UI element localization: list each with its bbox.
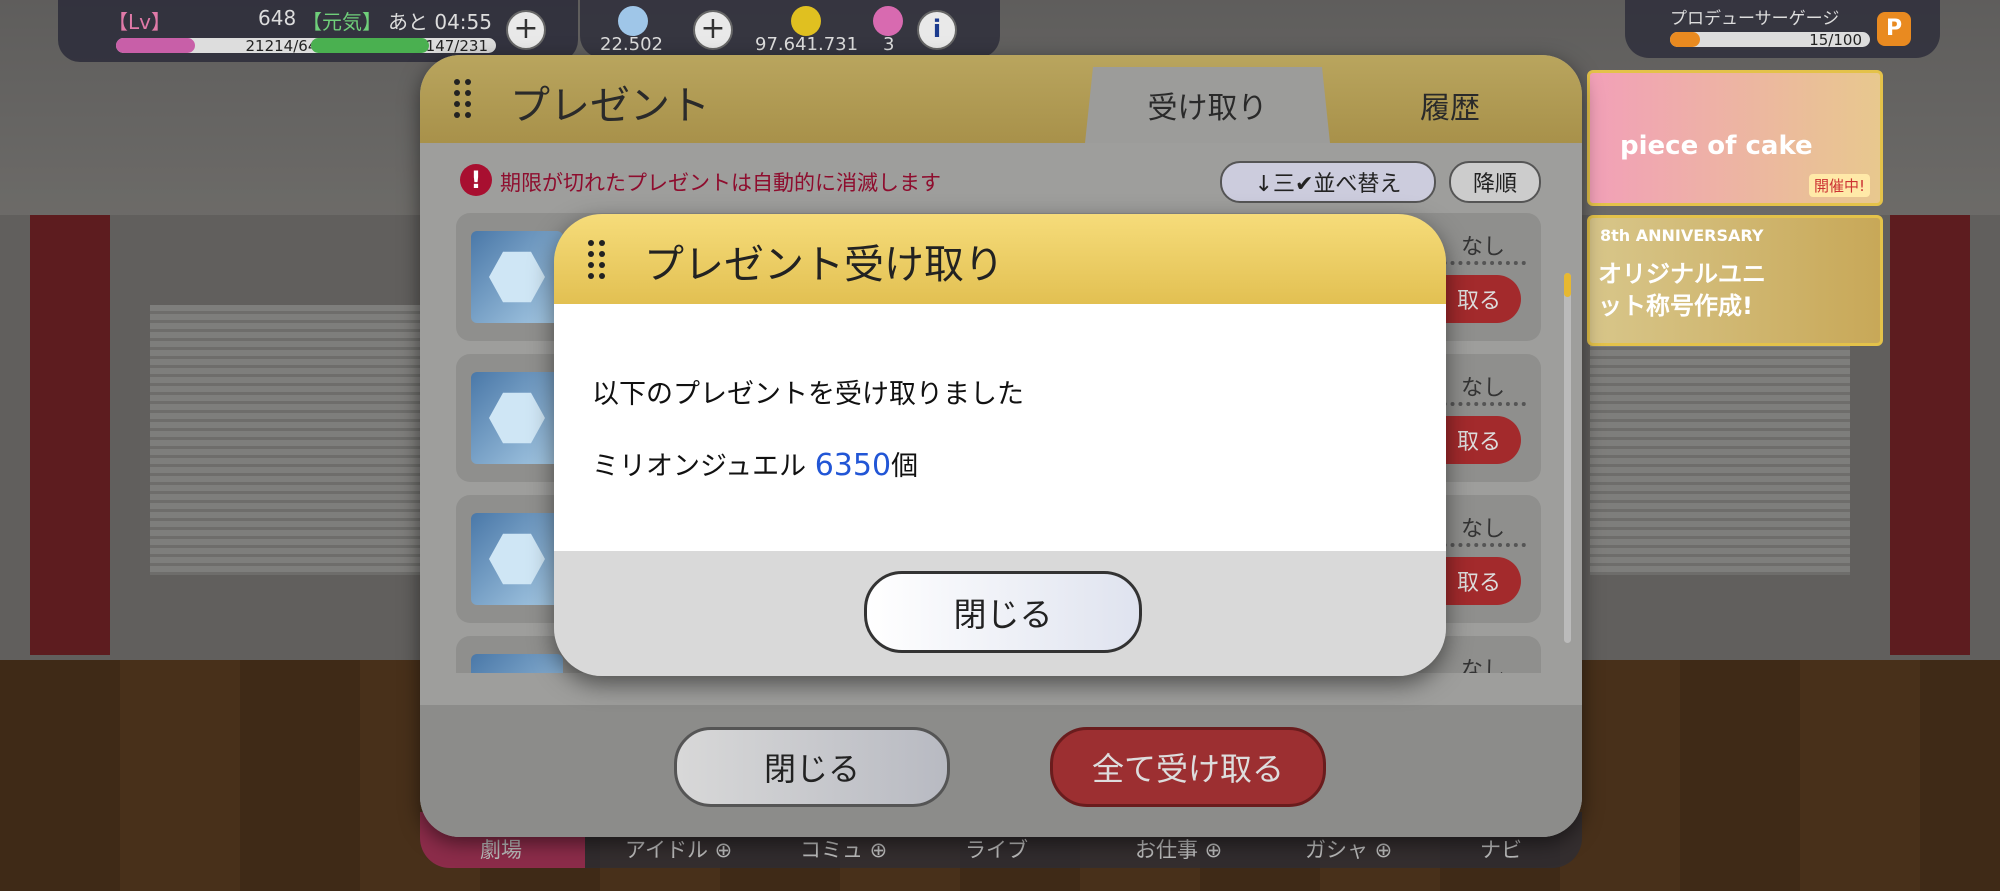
producer-gauge-label: プロデューサーゲージ	[1670, 9, 1840, 29]
item-expire: なし	[1461, 235, 1506, 260]
nav-idol[interactable]: アイドル ⊕	[625, 834, 732, 864]
receive-all-button[interactable]: 全て受け取る	[1050, 727, 1326, 807]
drag-handle-icon[interactable]	[588, 240, 605, 279]
present-header: プレゼント 受け取り 履歴	[420, 55, 1582, 143]
present-title: プレゼント	[510, 83, 710, 129]
item-expire: なし	[1461, 376, 1506, 401]
nav-theater-label: 劇場	[480, 838, 522, 862]
money-count: 97.641.731	[755, 34, 859, 55]
stamina-text: 147/231	[425, 37, 488, 55]
list-scroll-thumb[interactable]	[1564, 273, 1571, 297]
jewel-item-icon	[471, 513, 563, 605]
nav-commu[interactable]: コミュ ⊕	[800, 834, 887, 864]
p-badge-icon: P	[1877, 12, 1911, 46]
producer-bar-fill	[1670, 32, 1700, 47]
present-footer: 閉じる 全て受け取る	[420, 705, 1582, 837]
stamina-bar-fill	[311, 38, 430, 53]
anniversary-banner[interactable]: 8th ANNIVERSARY オリジナルユニット称号作成!	[1587, 215, 1883, 346]
event-banner[interactable]: piece of cake 開催中!	[1587, 70, 1883, 206]
item-expire: なし	[1461, 658, 1506, 673]
info-icon[interactable]: i	[917, 10, 957, 50]
tab-receive[interactable]: 受け取り	[1085, 67, 1330, 143]
nav-gacha[interactable]: ガシャ ⊕	[1305, 834, 1392, 864]
received-item-name: ミリオンジュエル	[592, 451, 807, 482]
warning-icon: !	[460, 164, 492, 196]
level-label: 【Lv】	[108, 10, 171, 34]
jewel-item-icon	[471, 372, 563, 464]
stamina-bar: 147/231	[311, 37, 496, 55]
event-badge: 開催中!	[1808, 174, 1870, 197]
received-item-count: 6350	[814, 448, 892, 483]
receipt-dialog: プレゼント受け取り 以下のプレゼントを受け取りました ミリオンジュエル 6350…	[554, 214, 1446, 676]
currency-hud: 22.502 + 97.641.731 3 i	[580, 0, 1000, 58]
event-banner-text: piece of cake	[1620, 131, 1813, 161]
ticket-icon	[873, 6, 903, 36]
level-value: 648	[258, 6, 297, 30]
order-button[interactable]: 降順	[1449, 161, 1541, 203]
sort-button[interactable]: ↓三✔並べ替え	[1220, 161, 1436, 203]
warning-text: 期限が切れたプレゼントは自動的に消滅します	[500, 171, 941, 195]
nav-work[interactable]: お仕事 ⊕	[1135, 834, 1222, 864]
jewel-plus-icon[interactable]: +	[693, 10, 733, 50]
status-hud: 【Lv】 648 【元気】 あと 04:55 21214/64750 147/2…	[58, 0, 578, 62]
item-expire: なし	[1461, 517, 1506, 542]
dialog-close-button[interactable]: 閉じる	[864, 571, 1142, 653]
stamina-timer: あと 04:55	[388, 10, 492, 34]
tab-history[interactable]: 履歴	[1340, 67, 1560, 143]
list-scrollbar[interactable]	[1564, 273, 1571, 643]
nav-live[interactable]: ライブ	[965, 834, 1028, 864]
anniversary-text: オリジナルユニット称号作成!	[1598, 260, 1766, 320]
exp-bar-fill	[116, 38, 196, 53]
received-item: ミリオンジュエル 6350個	[592, 444, 918, 483]
jewel-item-icon	[471, 231, 563, 323]
nav-navi[interactable]: ナビ	[1480, 834, 1522, 864]
jewel-count: 22.502	[600, 34, 663, 55]
close-button[interactable]: 閉じる	[674, 727, 950, 807]
dialog-message: 以下のプレゼントを受け取りました	[592, 379, 1024, 410]
dialog-body: 以下のプレゼントを受け取りました ミリオンジュエル 6350個	[554, 304, 1446, 551]
genki-label: 【元気】	[302, 10, 382, 34]
received-item-unit: 個	[891, 451, 919, 482]
producer-bar: 15/100	[1670, 31, 1870, 49]
jewel-item-icon	[471, 654, 563, 673]
drag-handle-icon[interactable]	[454, 79, 471, 118]
money-icon	[791, 6, 821, 36]
dialog-title: プレゼント受け取り	[644, 242, 1004, 288]
ticket-count: 3	[883, 34, 895, 55]
producer-gauge: プロデューサーゲージ 15/100 P	[1625, 0, 1940, 58]
dialog-header: プレゼント受け取り	[554, 214, 1446, 304]
anniversary-title: 8th ANNIVERSARY	[1600, 226, 1764, 245]
jewel-icon	[618, 6, 648, 36]
stamina-plus-icon[interactable]: +	[506, 10, 546, 50]
producer-gauge-text: 15/100	[1809, 31, 1862, 49]
dialog-footer: 閉じる	[554, 551, 1446, 676]
